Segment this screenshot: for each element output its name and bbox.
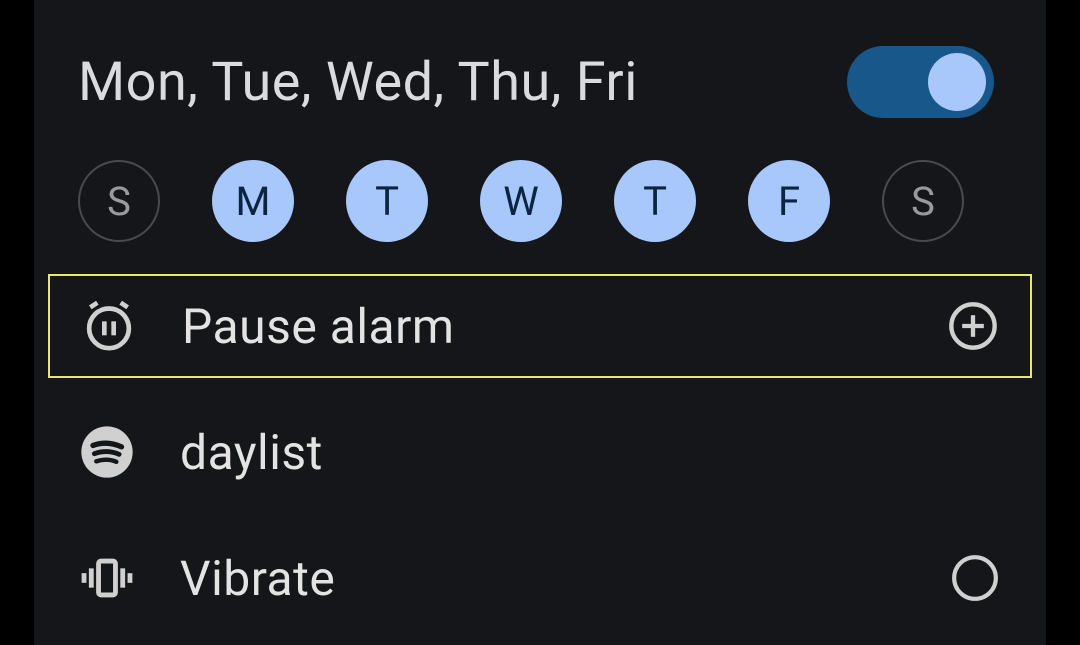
sound-row[interactable]: daylist — [34, 400, 1046, 504]
spotify-icon — [78, 423, 136, 481]
day-letter: W — [503, 178, 539, 225]
alarm-enable-toggle[interactable] — [847, 46, 994, 118]
day-monday[interactable]: M — [212, 160, 294, 242]
sound-label: daylist — [180, 424, 1002, 481]
vibrate-icon — [78, 549, 136, 607]
add-pause-button[interactable] — [946, 299, 1000, 353]
day-letter: S — [911, 178, 935, 225]
day-letter: S — [107, 178, 131, 225]
vibrate-label: Vibrate — [180, 550, 948, 607]
day-letter: T — [643, 178, 667, 225]
day-letter: F — [778, 178, 800, 225]
vibrate-row[interactable]: Vibrate — [34, 526, 1046, 630]
pause-alarm-icon — [80, 297, 138, 355]
pause-alarm-row[interactable]: Pause alarm — [48, 274, 1032, 378]
day-friday[interactable]: F — [748, 160, 830, 242]
alarm-settings-card: Mon, Tue, Wed, Thu, Fri S M T W T F S Pa… — [34, 0, 1046, 645]
schedule-row: Mon, Tue, Wed, Thu, Fri — [34, 0, 1046, 118]
vibrate-checkbox[interactable] — [948, 551, 1002, 605]
day-tuesday[interactable]: T — [346, 160, 428, 242]
day-letter: T — [375, 178, 399, 225]
day-saturday[interactable]: S — [882, 160, 964, 242]
day-letter: M — [236, 178, 271, 225]
day-wednesday[interactable]: W — [480, 160, 562, 242]
pause-alarm-label: Pause alarm — [182, 298, 946, 355]
day-selector-row: S M T W T F S — [34, 118, 1046, 242]
day-thursday[interactable]: T — [614, 160, 696, 242]
day-sunday[interactable]: S — [78, 160, 160, 242]
toggle-thumb — [928, 53, 986, 111]
schedule-label: Mon, Tue, Wed, Thu, Fri — [78, 51, 638, 114]
